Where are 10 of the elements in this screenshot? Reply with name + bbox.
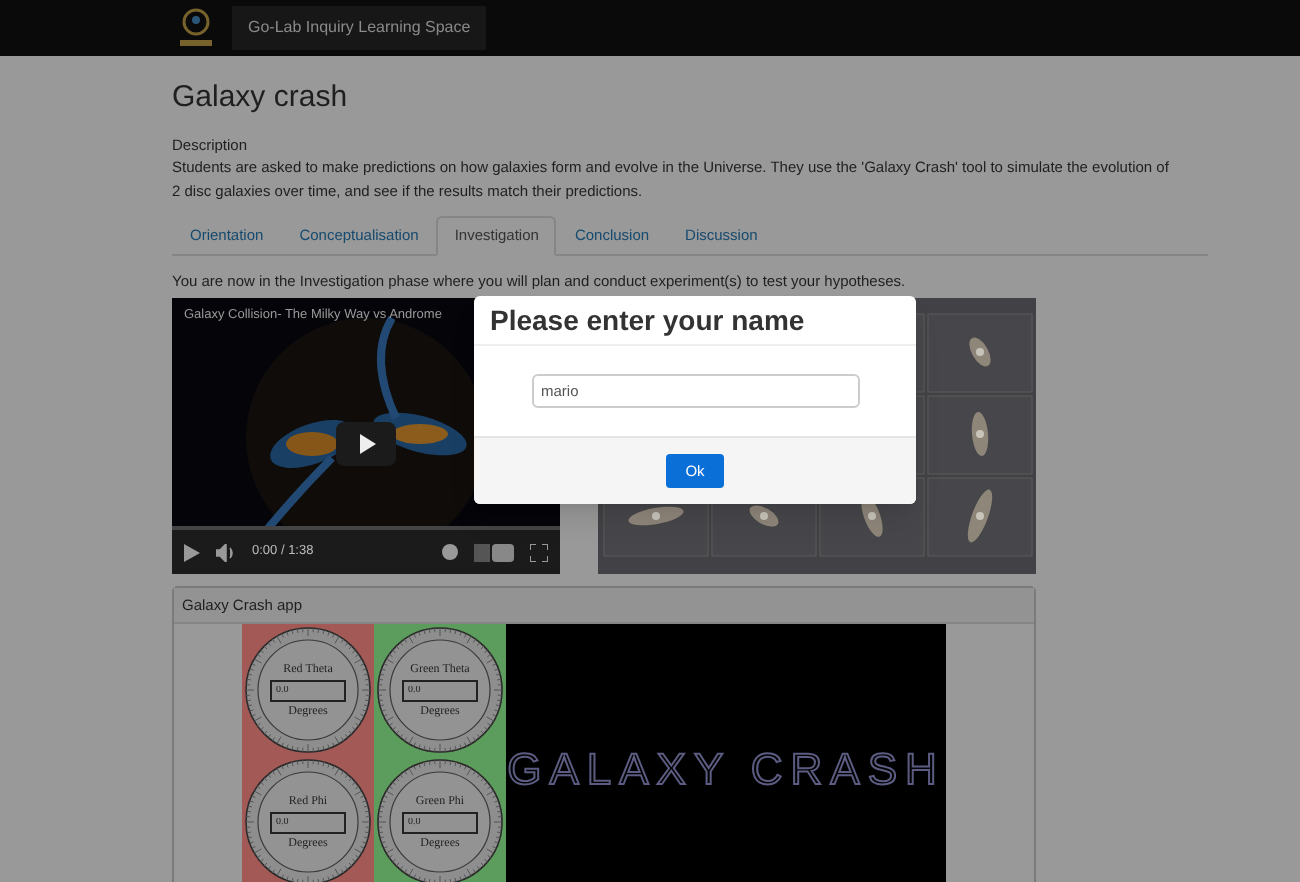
play-icon[interactable] [184, 543, 200, 561]
logo-icon[interactable] [474, 543, 514, 561]
dialog-title: Please enter your name [474, 296, 916, 346]
app-title[interactable]: Go-Lab Inquiry Learning Space [232, 6, 487, 50]
play-icon[interactable] [336, 422, 396, 466]
fullscreen-icon[interactable] [530, 543, 548, 561]
game-logo: GALAXY CRASH [507, 742, 945, 798]
simulation-canvas[interactable]: GALAXY CRASH [506, 624, 946, 882]
volume-icon[interactable] [216, 543, 236, 561]
page-title: Galaxy crash [172, 80, 350, 116]
